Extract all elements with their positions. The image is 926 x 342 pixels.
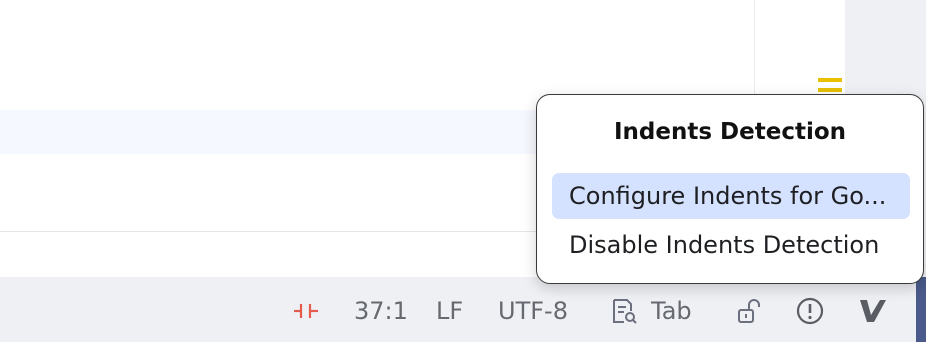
warning-circle-icon[interactable]	[794, 296, 826, 326]
indent-setting[interactable]: Tab	[651, 296, 692, 326]
unlock-icon[interactable]	[733, 296, 765, 326]
disable-indents-menu-item[interactable]: Disable Indents Detection	[552, 222, 910, 268]
file-encoding[interactable]: UTF-8	[498, 296, 568, 326]
indents-detection-popup: Indents Detection Configure Indents for …	[536, 94, 924, 284]
v-plugin-icon[interactable]	[856, 296, 890, 326]
window-edge	[916, 277, 926, 342]
warning-marker[interactable]	[818, 88, 842, 92]
popup-title: Indents Detection	[613, 119, 847, 145]
line-separator[interactable]: LF	[436, 296, 463, 326]
mute-breakpoints-icon[interactable]	[290, 296, 322, 326]
caret-position[interactable]: 37:1	[354, 296, 408, 326]
warning-marker[interactable]	[818, 78, 842, 82]
configure-indents-menu-item[interactable]: Configure Indents for Go...	[552, 173, 910, 219]
document-search-icon[interactable]	[608, 296, 640, 326]
